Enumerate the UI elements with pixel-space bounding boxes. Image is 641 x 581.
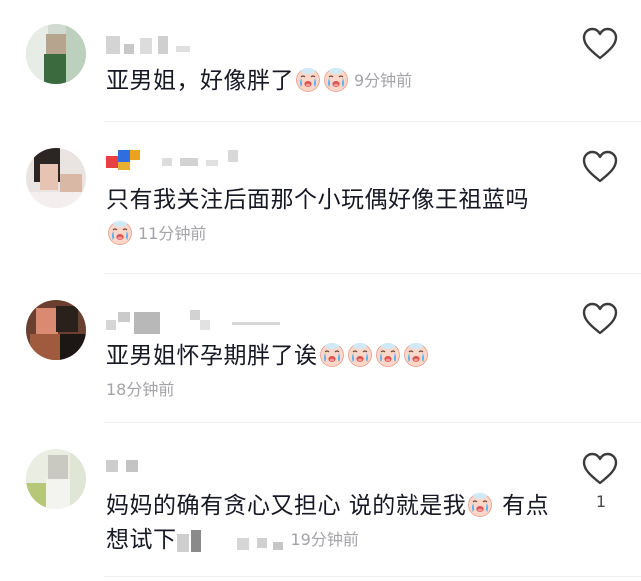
comment-body: 亚男姐，好像胖了 [106,68,294,94]
username-redacted[interactable] [106,148,256,170]
avatar[interactable] [26,449,86,509]
crying-face-emoji [323,66,349,92]
username-redacted[interactable] [106,36,206,58]
comment-time: 11分钟前 [138,224,207,243]
comment-text: 只有我关注后面那个小玩偶好像王祖蓝吗 11分钟前 [106,183,546,251]
comment-time: 9分钟前 [354,71,413,90]
redacted-text [176,529,287,552]
comment-time: 18分钟前 [106,380,175,399]
crying-face-emoji [295,66,321,92]
crying-face-emoji [375,341,401,367]
comment-body: 亚男姐怀孕期胖了诶 [106,343,318,369]
heart-outline-icon[interactable] [582,302,618,336]
comment-body: 只有我关注后面那个小玩偶好像王祖蓝吗 [106,187,529,213]
avatar[interactable] [26,300,86,360]
crying-face-emoji [467,491,493,517]
crying-face-emoji [347,341,373,367]
crying-face-emoji [403,341,429,367]
avatar[interactable] [26,24,86,84]
username-redacted[interactable] [106,310,286,334]
divider [104,576,641,577]
comment-text: 亚男姐怀孕期胖了诶 18分钟前 [106,339,566,407]
heart-outline-icon[interactable] [582,452,618,486]
username-redacted[interactable] [106,458,146,480]
heart-outline-icon[interactable] [582,27,618,61]
comment-text: 妈妈的确有贪心又担心 说的就是我 有点想试下 19分钟前 [106,489,556,557]
crying-face-emoji [107,219,133,245]
comment-text: 亚男姐，好像胖了 9分钟前 [106,64,566,98]
divider [104,422,641,423]
avatar[interactable] [26,148,86,208]
comment-time: 19分钟前 [290,530,359,549]
divider [104,121,641,122]
like-count: 1 [595,492,607,511]
divider [104,273,641,274]
heart-outline-icon[interactable] [582,150,618,184]
comment-body: 妈妈的确有贪心又担心 说的就是我 [106,493,467,519]
crying-face-emoji [319,341,345,367]
